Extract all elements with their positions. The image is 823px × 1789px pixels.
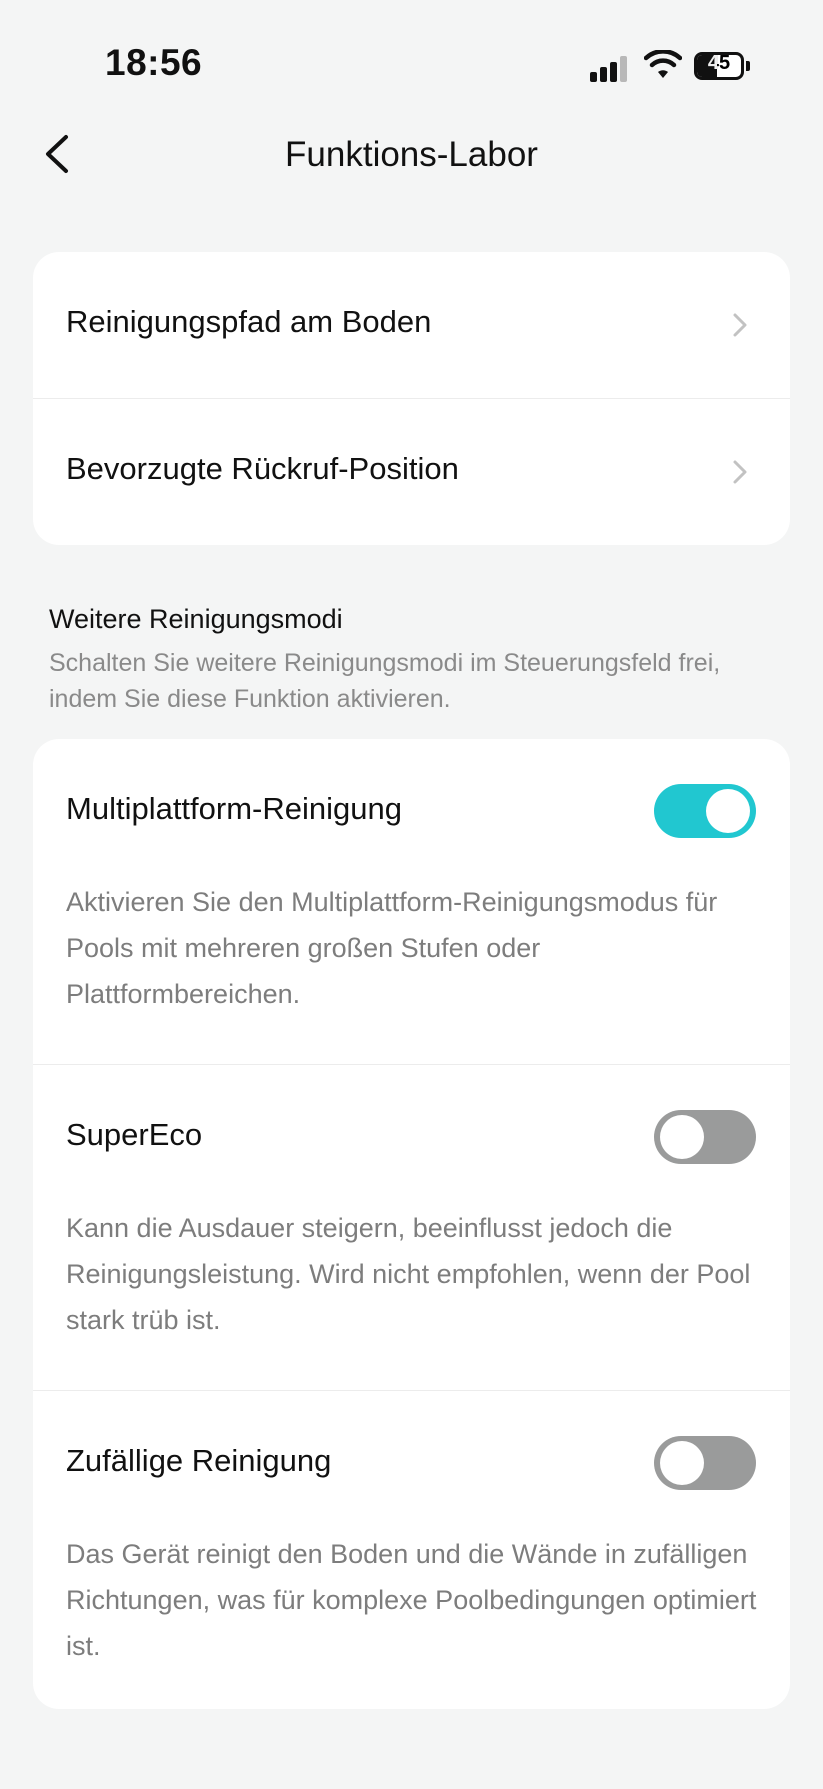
settings-list-card: Reinigungspfad am Boden Bevorzugte Rückr… <box>33 252 790 545</box>
signal-icon <box>590 56 630 82</box>
toggle-switch-supereco[interactable] <box>654 1110 756 1164</box>
toggle-knob <box>706 789 750 833</box>
status-time: 18:56 <box>105 42 203 83</box>
chevron-right-icon <box>733 460 747 484</box>
toggle-description-multiplatform: Aktivieren Sie den Multiplattform-Reinig… <box>66 887 718 1009</box>
toggle-label-supereco: SuperEco <box>66 1117 203 1152</box>
battery-icon: 45 <box>694 52 750 80</box>
toggle-label-random-cleaning: Zufällige Reinigung <box>66 1443 332 1478</box>
toggle-row-multiplatform: Multiplattform-Reinigung Aktivieren Sie … <box>33 739 790 1064</box>
modes-card: Multiplattform-Reinigung Aktivieren Sie … <box>33 739 790 1709</box>
chevron-right-icon <box>733 313 747 337</box>
floor-cleaning-path-item[interactable]: Reinigungspfad am Boden <box>33 252 790 398</box>
toggle-knob <box>660 1441 704 1485</box>
toggle-row-random-cleaning: Zufällige Reinigung Das Gerät reinigt de… <box>33 1391 790 1716</box>
section-description: Schalten Sie weitere Reinigungsmodi im S… <box>49 649 721 713</box>
floor-cleaning-path-label: Reinigungspfad am Boden <box>66 304 432 339</box>
wifi-icon <box>644 50 682 78</box>
toggle-label-multiplatform: Multiplattform-Reinigung <box>66 791 402 826</box>
nav-header: Funktions-Labor <box>0 115 823 195</box>
toggle-description-supereco: Kann die Ausdauer steigern, beeinflusst … <box>66 1213 751 1335</box>
battery-level: 45 <box>707 52 731 74</box>
toggle-knob <box>660 1115 704 1159</box>
section-heading: Weitere Reinigungsmodi <box>49 604 343 634</box>
toggle-switch-random-cleaning[interactable] <box>654 1436 756 1490</box>
status-bar: 18:56 45 <box>0 0 823 130</box>
page-title: Funktions-Labor <box>285 135 538 174</box>
toggle-description-random-cleaning: Das Gerät reinigt den Boden und die Wänd… <box>66 1539 757 1661</box>
preferred-recall-position-label: Bevorzugte Rückruf-Position <box>66 451 459 486</box>
preferred-recall-position-item[interactable]: Bevorzugte Rückruf-Position <box>33 399 790 545</box>
toggle-switch-multiplatform[interactable] <box>654 784 756 838</box>
modes-section-header: Weitere Reinigungsmodi Schalten Sie weit… <box>49 604 779 717</box>
toggle-row-supereco: SuperEco Kann die Ausdauer steigern, bee… <box>33 1065 790 1390</box>
